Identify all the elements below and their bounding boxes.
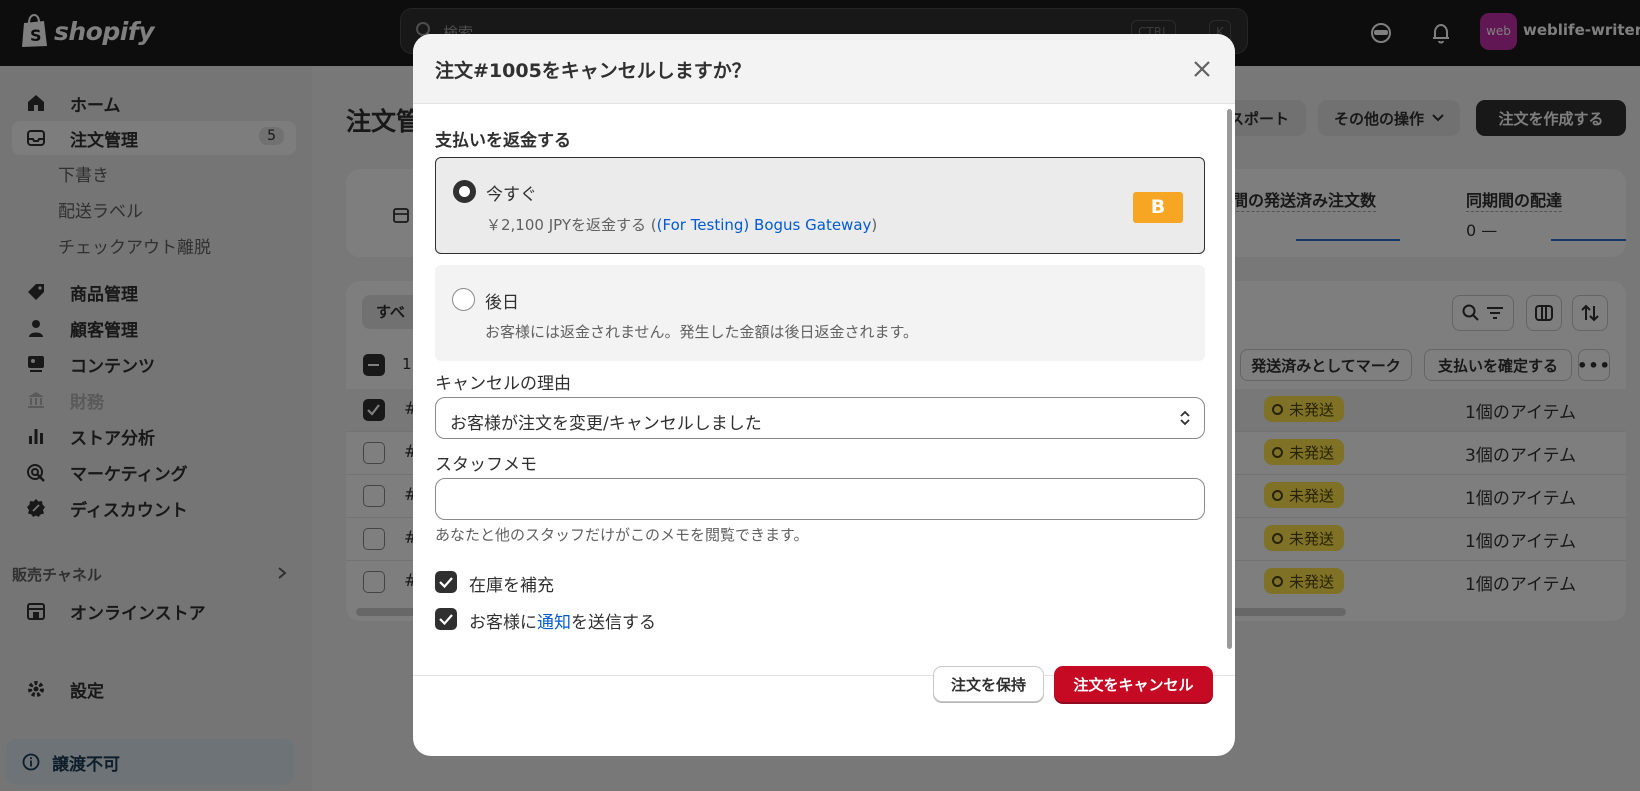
notify-prefix: お客様に xyxy=(469,613,537,633)
keep-order-button[interactable]: 注文を保持 xyxy=(933,666,1044,702)
cancel-order-dialog: 注文#1005をキャンセルしますか？ 支払いを返金する 今すぐ ￥2,100 J… xyxy=(413,34,1235,756)
restock-checkbox[interactable] xyxy=(435,571,457,593)
refund-option-later[interactable]: 後日 お客様には返金されません。発生した金額は後日返金されます。 xyxy=(435,265,1205,361)
check-icon xyxy=(439,577,453,589)
close-icon[interactable] xyxy=(1189,56,1215,82)
staff-memo-label: スタッフメモ xyxy=(435,455,537,475)
desc-suffix: ) xyxy=(871,216,878,234)
dialog-scrollbar[interactable] xyxy=(1227,109,1232,649)
option-now-label: 今すぐ xyxy=(486,185,537,205)
cancel-reason-label: キャンセルの理由 xyxy=(435,374,571,394)
restock-label: 在庫を補充 xyxy=(469,576,554,596)
notify-customer-label: お客様に通知を送信する xyxy=(469,608,656,633)
check-icon xyxy=(439,614,453,626)
option-now-desc: ￥2,100 JPYを返金する ((For Testing) Bogus Gat… xyxy=(486,214,877,235)
keep-order-label: 注文を保持 xyxy=(950,675,1026,694)
dialog-title: 注文#1005をキャンセルしますか？ xyxy=(435,60,751,82)
option-later-label: 後日 xyxy=(485,293,519,313)
notification-link[interactable]: 通知 xyxy=(537,613,571,633)
radio-now[interactable] xyxy=(453,180,476,203)
select-arrows-icon xyxy=(1180,410,1190,426)
refund-option-now[interactable]: 今すぐ ￥2,100 JPYを返金する ((For Testing) Bogus… xyxy=(435,157,1205,254)
cancel-reason-value: お客様が注文を変更/キャンセルしました xyxy=(450,414,762,434)
gateway-link[interactable]: (For Testing) Bogus Gateway xyxy=(657,216,872,234)
radio-later[interactable] xyxy=(452,288,475,311)
dialog-header: 注文#1005をキャンセルしますか？ xyxy=(413,34,1235,104)
staff-memo-help: あなたと他のスタッフだけがこのメモを閲覧できます。 xyxy=(435,526,809,544)
cancel-order-button[interactable]: 注文をキャンセル xyxy=(1054,666,1213,702)
cancel-order-label: 注文をキャンセル xyxy=(1073,675,1194,694)
notify-suffix: を送信する xyxy=(571,613,656,633)
refund-heading: 支払いを返金する xyxy=(435,131,571,151)
bogus-gateway-logo: B xyxy=(1133,192,1183,223)
refund-amount-text: ￥2,100 JPYを返金する ( xyxy=(486,216,657,234)
staff-memo-input[interactable] xyxy=(435,478,1205,520)
cancel-reason-select[interactable]: お客様が注文を変更/キャンセルしました xyxy=(435,397,1205,439)
notify-customer-checkbox[interactable] xyxy=(435,608,457,630)
option-later-desc: お客様には返金されません。発生した金額は後日返金されます。 xyxy=(485,323,919,341)
